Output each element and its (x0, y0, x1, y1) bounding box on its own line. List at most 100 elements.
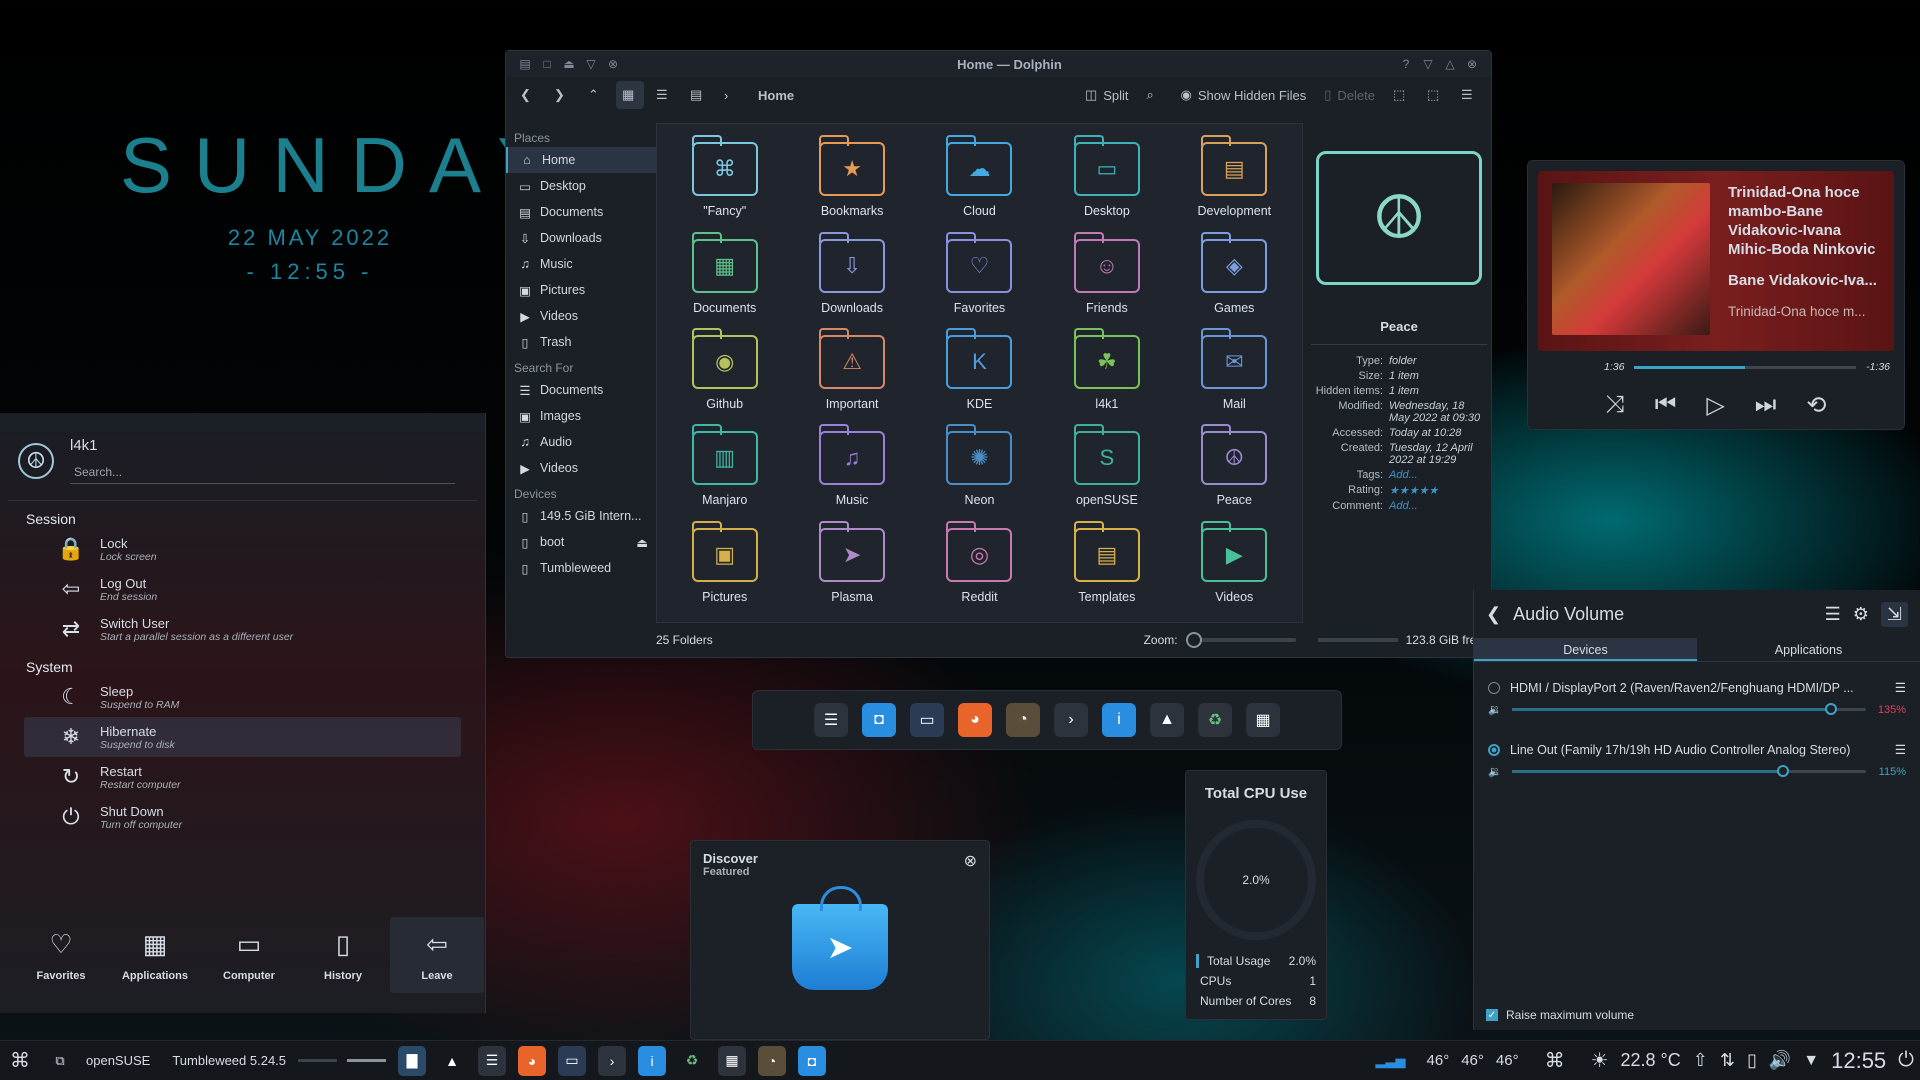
restart-button[interactable]: ↻ Restart Restart computer (24, 757, 461, 797)
dock-discover-icon[interactable]: ◘ (862, 703, 896, 737)
tab-devices[interactable]: Devices (1474, 638, 1697, 661)
dock-inkscape-icon[interactable]: ▲ (1150, 703, 1184, 737)
up-button[interactable]: ⌃ (582, 81, 610, 109)
help-icon[interactable]: ? (1395, 54, 1417, 74)
tab-applications[interactable]: Applications (1697, 638, 1920, 661)
speaker-icon[interactable]: 🔉 (1488, 703, 1502, 716)
dock-firefox-icon[interactable]: ◕ (958, 703, 992, 737)
tab-favorites[interactable]: ♡ Favorites (14, 917, 108, 993)
info-value[interactable]: Add... (1389, 500, 1487, 512)
folder-item[interactable]: ◎ Reddit (916, 518, 1043, 614)
lock-button[interactable]: 🔒 Lock Lock screen (24, 529, 461, 569)
dock-settings-icon[interactable]: ☰ (814, 703, 848, 737)
repeat-icon[interactable]: ⟲ (1806, 391, 1826, 420)
folder-item[interactable]: ◈ Games (1171, 228, 1298, 324)
discover-bag-icon[interactable]: ➤ (792, 886, 888, 990)
close-widget-icon[interactable]: ⊗ (964, 851, 977, 878)
shut-down-button[interactable]: ⏻ Shut Down Turn off computer (24, 797, 461, 837)
eject-icon[interactable]: ⏏ (636, 535, 648, 550)
clipboard-icon[interactable]: ▯ (1741, 1041, 1763, 1080)
play-icon[interactable]: ▷ (1706, 391, 1724, 420)
kde-connect-icon[interactable]: ⌘ (1525, 1041, 1585, 1080)
folder-item[interactable]: ▤ Templates (1043, 518, 1170, 614)
dock-gimp-icon[interactable]: ◔ (1006, 703, 1040, 737)
pin-icon[interactable]: ⇲ (1880, 601, 1908, 627)
volume-slider[interactable] (1511, 703, 1866, 715)
hibernate-button[interactable]: ❄ Hibernate Suspend to disk (24, 717, 461, 757)
sleep-button[interactable]: ☾ Sleep Suspend to RAM (24, 677, 461, 717)
avatar[interactable]: ☮ (18, 442, 54, 479)
folder-item[interactable]: ⚠ Important (788, 325, 915, 421)
back-arrow-icon[interactable]: ❮ (1486, 604, 1501, 625)
place-item-music[interactable]: ♫ Music (506, 251, 656, 277)
details-view-button[interactable]: ☰ (650, 81, 678, 109)
folder-view[interactable]: ⌘ "Fancy" ★ Bookmarks ☁ Cloud ▭ Desktop ▤ Develop… (656, 123, 1303, 623)
folder-item[interactable]: ▶ Videos (1171, 518, 1298, 614)
log-out-button[interactable]: ⇦ Log Out End session (24, 569, 461, 609)
zoom-slider-knob[interactable] (1185, 632, 1202, 648)
volume-knob[interactable] (1824, 703, 1837, 715)
tab-history[interactable]: ▯ History (296, 917, 390, 993)
panel-clock[interactable]: 12:55 (1825, 1041, 1892, 1080)
device-radio[interactable] (1488, 681, 1500, 694)
update-icon[interactable]: ⇧ (1687, 1041, 1714, 1080)
device-item[interactable]: ▯ Tumbleweed (506, 555, 656, 581)
pager[interactable] (292, 1041, 392, 1080)
volume-slider[interactable] (1511, 765, 1866, 777)
split-button[interactable]: ◫ Split (1079, 81, 1135, 109)
keep-above-icon[interactable]: □ (536, 54, 558, 74)
folder-item[interactable]: ✺ Neon (916, 421, 1043, 517)
info-value[interactable]: Add... (1389, 469, 1487, 481)
seek-bar[interactable] (1634, 365, 1857, 369)
search-for-videos[interactable]: ▶ Videos (506, 455, 656, 481)
tab-applications[interactable]: ▦ Applications (108, 917, 202, 993)
all-desktops-icon[interactable]: ⊗ (602, 54, 624, 74)
task-calculator-icon[interactable]: ▦ (712, 1041, 752, 1080)
zoom-slider[interactable] (1185, 632, 1296, 648)
dock-info-icon[interactable]: i (1102, 703, 1136, 737)
raise-volume-row[interactable]: ✓ Raise maximum volume (1486, 1008, 1634, 1022)
minimize-icon[interactable]: ▽ (1417, 54, 1439, 74)
dock-recycle-icon[interactable]: ♻ (1198, 703, 1232, 737)
select-button[interactable]: ⬚ (1421, 81, 1449, 109)
task-info-icon[interactable]: i (632, 1041, 672, 1080)
folder-item[interactable]: ♡ Favorites (916, 228, 1043, 324)
close-icon[interactable]: ⊗ (1461, 54, 1483, 74)
breadcrumb[interactable]: Home (752, 81, 800, 109)
place-item-home[interactable]: ⌂ Home (506, 147, 656, 173)
task-discover-icon[interactable]: ◘ (792, 1041, 832, 1080)
keep-below-icon[interactable]: ▽ (580, 54, 602, 74)
folder-item[interactable]: ☮ Peace (1171, 421, 1298, 517)
shade-icon[interactable]: ⏏ (558, 54, 580, 74)
show-desktop-icon[interactable]: ⧉ (40, 1041, 80, 1080)
folder-item[interactable]: ◉ Github (661, 325, 788, 421)
window-menu-icon[interactable]: ▤ (514, 54, 536, 74)
speaker-icon[interactable]: 🔉 (1488, 765, 1502, 778)
delete-button[interactable]: ▯ Delete (1318, 81, 1381, 109)
back-button[interactable]: ❮ (514, 81, 542, 109)
launcher-icon[interactable]: ⌘ (0, 1041, 40, 1080)
tab-computer[interactable]: ▭ Computer (202, 917, 296, 993)
folder-item[interactable]: SopenSUSE (1043, 421, 1170, 517)
folder-item[interactable]: ☁ Cloud (916, 132, 1043, 228)
device-menu-icon[interactable]: ☰ (1895, 680, 1906, 695)
cpu-graph-icon[interactable]: ▂▃▅ (1361, 1041, 1421, 1080)
task-recycle-icon[interactable]: ♻ (672, 1041, 712, 1080)
folder-item[interactable]: ▥ Manjaro (661, 421, 788, 517)
tray-expand-icon[interactable]: ▼ (1797, 1041, 1825, 1080)
dock-dolphin-icon[interactable]: ▭ (910, 703, 944, 737)
hamburger-menu-button[interactable]: ☰ (1455, 81, 1483, 109)
icons-view-button[interactable]: ▦ (616, 81, 644, 109)
task-gimp-icon[interactable]: ◔ (752, 1041, 792, 1080)
volume-icon[interactable]: 🔊 (1763, 1041, 1797, 1080)
switch-user-button[interactable]: ⇄ Switch User Start a parallel session as … (24, 609, 461, 649)
task-settings-icon[interactable]: ☰ (472, 1041, 512, 1080)
weather-icon[interactable]: ☀ (1585, 1041, 1615, 1080)
audio-menu-icon[interactable]: ☰ (1825, 604, 1841, 625)
device-radio[interactable] (1488, 743, 1500, 756)
power-icon[interactable]: ⏻ (1892, 1041, 1920, 1080)
tab-leave[interactable]: ⇦ Leave (390, 917, 484, 993)
show-hidden-files-button[interactable]: ◉ Show Hidden Files (1175, 81, 1313, 109)
folder-item[interactable]: ♫ Music (788, 421, 915, 517)
compact-view-button[interactable]: ▤ (684, 81, 712, 109)
